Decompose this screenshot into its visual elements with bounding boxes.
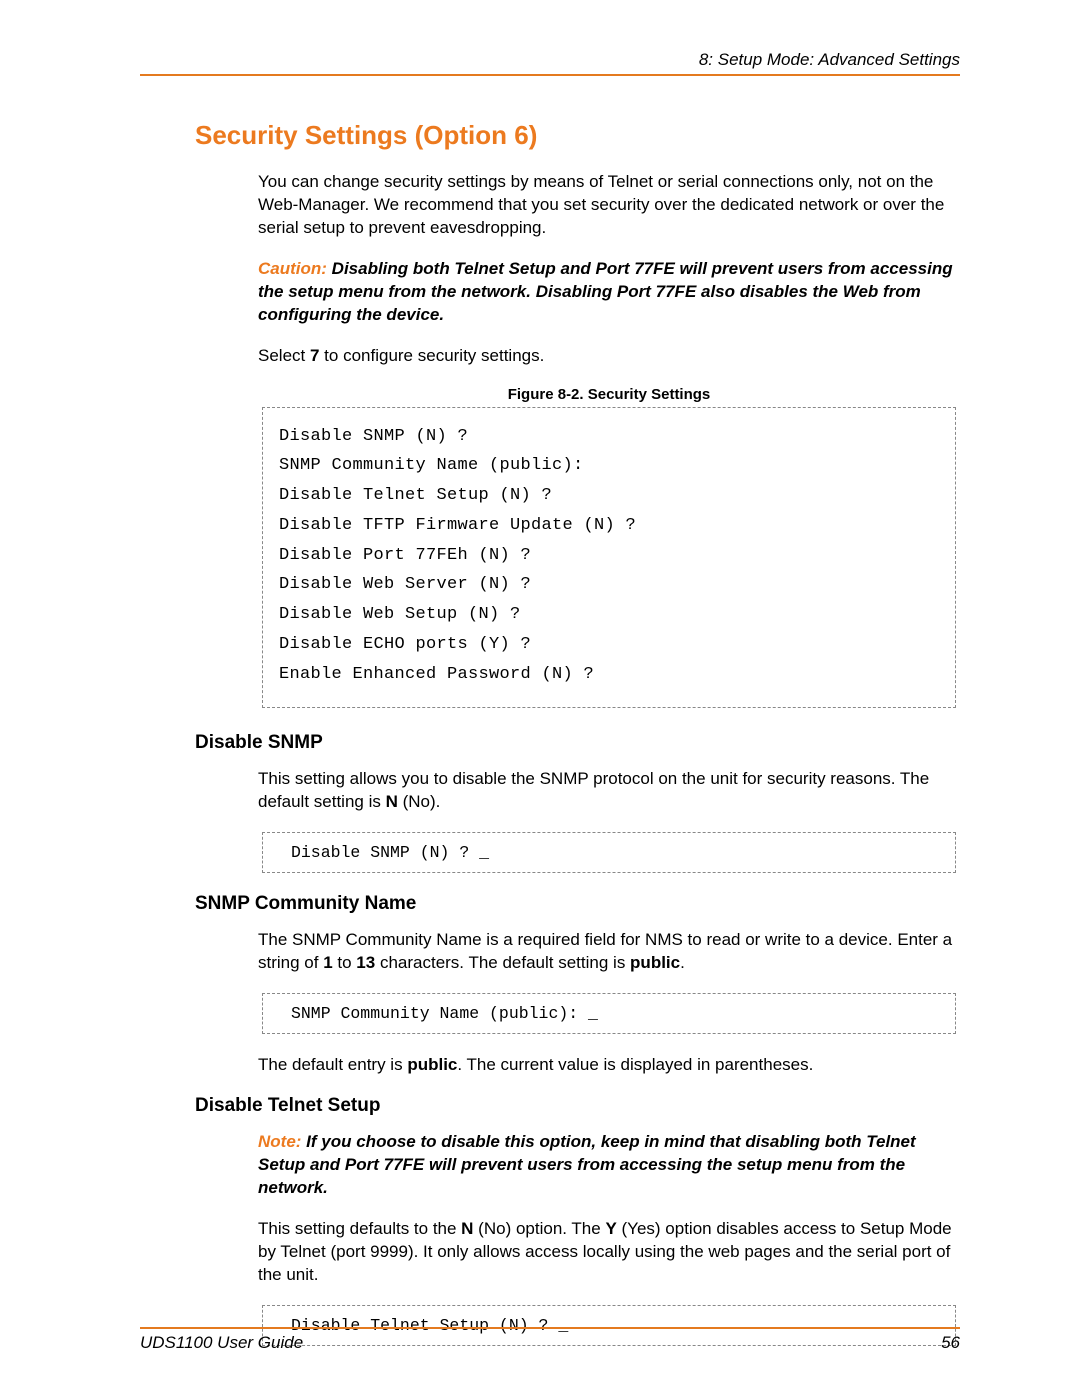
snmp-name-paragraph-1: The SNMP Community Name is a required fi… <box>258 929 960 975</box>
document-page: 8: Setup Mode: Advanced Settings Securit… <box>0 0 1080 1397</box>
select-instruction: Select 7 to configure security settings. <box>258 345 960 368</box>
footer-guide: UDS1100 User Guide <box>140 1333 303 1353</box>
page-footer: UDS1100 User Guide 56 <box>140 1327 960 1353</box>
terminal-line: Disable Telnet Setup (N) ? <box>279 481 939 511</box>
figure-caption: Figure 8-2. Security Settings <box>258 386 960 403</box>
page-header: 8: Setup Mode: Advanced Settings <box>140 50 960 76</box>
snmp-name-paragraph-2: The default entry is public. The current… <box>258 1054 960 1077</box>
note-text: If you choose to disable this option, ke… <box>258 1132 916 1197</box>
terminal-line: Disable SNMP (N) ? <box>279 422 939 452</box>
terminal-line: Enable Enhanced Password (N) ? <box>279 660 939 690</box>
chapter-label: 8: Setup Mode: Advanced Settings <box>699 50 960 69</box>
disable-telnet-paragraph: This setting defaults to the N (No) opti… <box>258 1218 960 1287</box>
note-label: Note: <box>258 1132 301 1151</box>
intro-paragraph: You can change security settings by mean… <box>258 171 960 240</box>
subheading-snmp-name: SNMP Community Name <box>195 893 960 915</box>
terminal-line: Disable Port 77FEh (N) ? <box>279 541 939 571</box>
caution-block: Caution: Disabling both Telnet Setup and… <box>258 258 960 327</box>
terminal-line: Disable ECHO ports (Y) ? <box>279 630 939 660</box>
prompt-snmp-name: SNMP Community Name (public): _ <box>262 993 956 1034</box>
terminal-line: Disable Web Server (N) ? <box>279 570 939 600</box>
disable-snmp-paragraph: This setting allows you to disable the S… <box>258 768 960 814</box>
terminal-output: Disable SNMP (N) ? SNMP Community Name (… <box>262 407 956 709</box>
caution-text: Disabling both Telnet Setup and Port 77F… <box>258 259 953 324</box>
terminal-line: Disable TFTP Firmware Update (N) ? <box>279 511 939 541</box>
terminal-line: Disable Web Setup (N) ? <box>279 600 939 630</box>
footer-page-number: 56 <box>941 1333 960 1353</box>
prompt-disable-snmp: Disable SNMP (N) ? _ <box>262 832 956 873</box>
note-block: Note: If you choose to disable this opti… <box>258 1131 960 1200</box>
subheading-disable-telnet: Disable Telnet Setup <box>195 1095 960 1117</box>
terminal-line: SNMP Community Name (public): <box>279 451 939 481</box>
caution-label: Caution: <box>258 259 327 278</box>
subheading-disable-snmp: Disable SNMP <box>195 732 960 754</box>
section-title: Security Settings (Option 6) <box>195 120 960 151</box>
